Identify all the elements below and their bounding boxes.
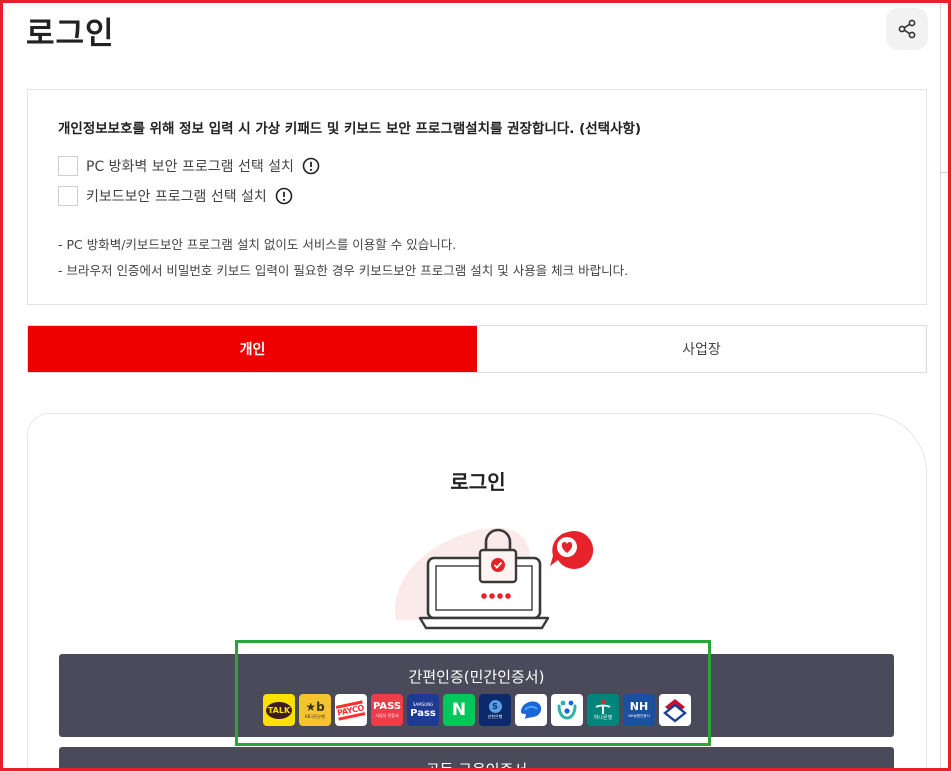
page-edge-tick xyxy=(940,172,948,173)
samsung-pass-icon[interactable]: SAMSUNG Pass xyxy=(407,694,439,726)
auth-provider-icons: TALK ★b KB국민은행 PAYCO PASS 사업자 인증서 SAMSUN… xyxy=(263,694,691,726)
simple-auth-button[interactable]: 간편인증(민간인증서) TALK ★b KB국민은행 PAYCO PASS 사업… xyxy=(59,654,894,737)
kakao-icon[interactable]: TALK xyxy=(263,694,295,726)
pass-icon[interactable]: PASS 사업자 인증서 xyxy=(371,694,403,726)
hana-icon[interactable]: 하나은행 xyxy=(587,694,619,726)
joint-certificate-button[interactable]: 공동·금융인증서 xyxy=(59,747,894,771)
joint-certificate-label: 공동·금융인증서 xyxy=(425,761,528,771)
firewall-checkbox[interactable] xyxy=(58,156,78,176)
share-icon xyxy=(897,19,917,39)
simple-auth-label: 간편인증(민간인증서) xyxy=(408,668,545,686)
kfb-icon[interactable] xyxy=(659,694,691,726)
tab-business[interactable]: 사업장 xyxy=(477,326,926,372)
keyboard-option-label[interactable]: 키보드보안 프로그램 선택 설치 xyxy=(86,186,267,206)
login-heading: 로그인 xyxy=(450,470,506,494)
info-icon[interactable] xyxy=(275,187,293,205)
naver-icon[interactable]: N xyxy=(443,694,475,726)
security-notice-box: 개인정보보호를 위해 정보 입력 시 가상 키패드 및 키보드 보안 프로그램설… xyxy=(27,89,927,305)
user-type-tabs: 개인 사업장 xyxy=(27,325,927,373)
notice-note: - PC 방화벽/키보드보안 프로그램 설치 없이도 서비스를 이용할 수 있습… xyxy=(58,237,457,252)
firewall-option-row: PC 방화벽 보안 프로그램 선택 설치 xyxy=(58,156,320,176)
shinhan-icon[interactable]: S 신한은행 xyxy=(479,694,511,726)
page-title: 로그인 xyxy=(26,16,115,52)
page-edge-divider xyxy=(940,0,941,771)
kb-icon[interactable]: ★b KB국민은행 xyxy=(299,694,331,726)
keyboard-security-checkbox[interactable] xyxy=(58,186,78,206)
info-icon[interactable] xyxy=(302,157,320,175)
laptop-lock-illustration xyxy=(390,510,600,634)
nh-icon[interactable]: NH NH농협인증서 xyxy=(623,694,655,726)
firewall-option-label[interactable]: PC 방화벽 보안 프로그램 선택 설치 xyxy=(86,156,294,176)
woori-icon[interactable] xyxy=(551,694,583,726)
payco-icon[interactable]: PAYCO xyxy=(335,694,367,726)
toss-icon[interactable] xyxy=(515,694,547,726)
tab-personal[interactable]: 개인 xyxy=(28,326,477,372)
share-button[interactable] xyxy=(886,8,928,50)
notice-note: - 브라우저 인증에서 비밀번호 키보드 입력이 필요한 경우 키보드보안 프로… xyxy=(58,263,629,278)
keyboard-option-row: 키보드보안 프로그램 선택 설치 xyxy=(58,186,293,206)
security-notice-title: 개인정보보호를 위해 정보 입력 시 가상 키패드 및 키보드 보안 프로그램설… xyxy=(58,121,642,137)
